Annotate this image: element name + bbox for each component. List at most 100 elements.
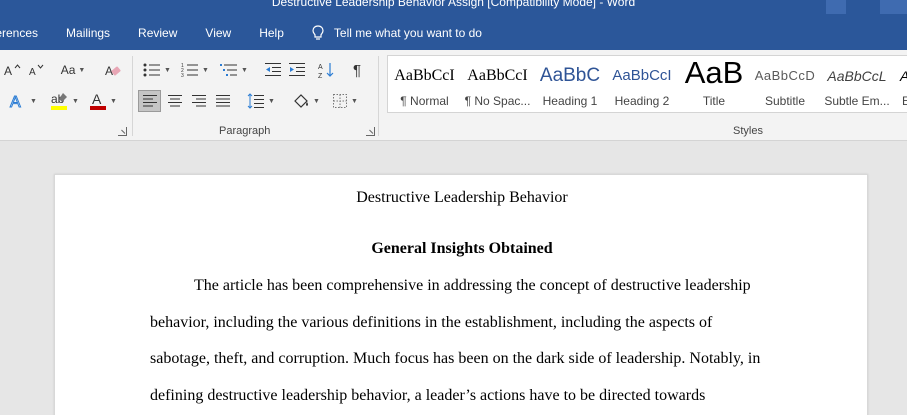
ribbon-display-options-icon[interactable] xyxy=(880,0,907,14)
grow-font-icon: A xyxy=(4,64,21,77)
line-spacing-icon xyxy=(247,93,265,109)
style-preview: A xyxy=(894,64,907,88)
title-bar: Destructive Leadership Behavior Assign [… xyxy=(0,0,907,50)
paragraph-group-label: Paragraph xyxy=(219,125,271,137)
style-name: Subtitle xyxy=(764,94,806,108)
chevron-down-icon: ▼ xyxy=(313,97,320,105)
justify-button[interactable] xyxy=(211,90,234,112)
numbering-icon: 1 2 3 xyxy=(181,63,199,78)
svg-text:A: A xyxy=(29,67,36,77)
shrink-font-button[interactable]: A xyxy=(28,59,46,81)
style-preview: AaBbCcL xyxy=(827,68,887,84)
borders-button[interactable]: ▼ xyxy=(328,90,362,112)
tell-me-box[interactable]: Tell me what you want to do xyxy=(312,25,482,41)
tell-me-label: Tell me what you want to do xyxy=(333,26,482,40)
decrease-indent-button[interactable] xyxy=(262,59,284,81)
style-no-spacing[interactable]: AaBbCcI ¶ No Spac... xyxy=(461,56,534,114)
shading-button[interactable]: ▼ xyxy=(288,90,324,112)
align-right-icon xyxy=(191,95,206,107)
font-color-button[interactable]: A ▼ xyxy=(86,90,120,112)
svg-text:A: A xyxy=(10,94,21,110)
chevron-down-icon: ▼ xyxy=(30,97,37,105)
paragraph-line: sabotage, theft, and corruption. Much fo… xyxy=(150,350,761,367)
change-case-label: Aa xyxy=(60,63,76,77)
text-highlight-button[interactable]: ab ▼ xyxy=(46,90,82,112)
group-separator xyxy=(378,56,379,136)
svg-text:3: 3 xyxy=(181,73,184,78)
align-left-icon xyxy=(142,95,157,107)
paragraph-line: behavior, including the various definiti… xyxy=(150,314,713,331)
tab-help[interactable]: Help xyxy=(259,26,284,40)
ribbon: A A Aa ▼ A A ▼ ab ▼ A ▼ ▼ 1 2 3 ▼ ▼ A Z … xyxy=(0,50,907,141)
multilevel-list-icon xyxy=(220,64,238,76)
tab-references[interactable]: ferences xyxy=(0,26,38,40)
grow-font-button[interactable]: A xyxy=(4,59,22,81)
style-subtitle[interactable]: AaBbCcD Subtitle xyxy=(750,56,820,114)
style-name: Subtle Em... xyxy=(824,94,890,108)
style-heading-2[interactable]: AaBbCcI Heading 2 xyxy=(606,56,678,114)
increase-indent-icon xyxy=(289,63,305,76)
style-preview: AaBbCcD xyxy=(754,68,816,83)
style-subtle-emphasis[interactable]: AaBbCcL Subtle Em... xyxy=(820,56,894,114)
sort-button[interactable]: A Z xyxy=(316,59,338,81)
highlighter-icon: ab xyxy=(51,92,68,110)
tab-review[interactable]: Review xyxy=(138,26,177,40)
style-name: ¶ Normal xyxy=(400,94,449,108)
numbering-button[interactable]: 1 2 3 ▼ xyxy=(178,59,212,81)
align-center-button[interactable] xyxy=(163,90,186,112)
tab-view[interactable]: View xyxy=(205,26,231,40)
increase-indent-button[interactable] xyxy=(286,59,308,81)
account-icon[interactable] xyxy=(826,0,846,14)
styles-gallery: AaBbCcI ¶ Normal AaBbCcI ¶ No Spac... Aa… xyxy=(387,55,907,113)
ribbon-tabs: ferences Mailings Review View Help Tell … xyxy=(0,24,510,42)
paragraph-line: The article has been comprehensive in ad… xyxy=(194,277,751,294)
text-effects-button[interactable]: A ▼ xyxy=(4,90,42,112)
font-dialog-launcher-icon[interactable] xyxy=(118,127,127,136)
document-page[interactable]: Destructive Leadership Behavior General … xyxy=(54,174,868,415)
style-emphasis-partial[interactable]: A E xyxy=(894,56,907,114)
chevron-down-icon: ▼ xyxy=(241,66,248,74)
line-spacing-button[interactable]: ▼ xyxy=(243,90,279,112)
style-preview: AaBbCcI xyxy=(467,67,528,84)
svg-text:Z: Z xyxy=(318,73,323,79)
align-right-button[interactable] xyxy=(187,90,210,112)
document-area: Destructive Leadership Behavior General … xyxy=(0,142,907,415)
svg-text:A: A xyxy=(4,64,12,77)
styles-group-label: Styles xyxy=(733,125,763,137)
sort-icon: A Z xyxy=(318,63,334,79)
paragraph-line: defining destructive leadership behavior… xyxy=(150,387,706,404)
chevron-down-icon: ▼ xyxy=(268,97,275,105)
style-name: ¶ No Spac... xyxy=(464,94,531,108)
font-color-icon: A xyxy=(90,91,107,110)
style-name: Heading 1 xyxy=(542,94,598,108)
multilevel-list-button[interactable]: ▼ xyxy=(216,59,252,81)
style-title[interactable]: AaB Title xyxy=(678,56,750,114)
document-heading: General Insights Obtained xyxy=(371,240,553,257)
style-name: Title xyxy=(702,94,726,108)
pilcrow-icon: ¶ xyxy=(352,61,362,79)
lightbulb-icon xyxy=(312,25,324,40)
style-heading-1[interactable]: AaBbC Heading 1 xyxy=(534,56,606,114)
group-separator xyxy=(132,56,133,136)
style-name: E xyxy=(902,94,907,108)
show-hide-marks-button[interactable]: ¶ xyxy=(346,59,368,81)
svg-text:A: A xyxy=(92,91,102,107)
chevron-down-icon: ▼ xyxy=(110,97,117,105)
tab-mailings[interactable]: Mailings xyxy=(66,26,110,40)
svg-text:A: A xyxy=(318,64,323,71)
justify-icon xyxy=(215,95,230,107)
style-normal[interactable]: AaBbCcI ¶ Normal xyxy=(388,56,461,114)
clear-formatting-button[interactable]: A xyxy=(102,59,124,81)
shrink-font-icon: A xyxy=(29,64,44,77)
bullets-button[interactable]: ▼ xyxy=(140,59,174,81)
style-preview: AaBbC xyxy=(539,65,601,86)
change-case-button[interactable]: Aa ▼ xyxy=(56,59,90,81)
align-left-button[interactable] xyxy=(138,90,161,112)
style-preview: AaBbCcI xyxy=(394,67,455,84)
bullets-icon xyxy=(143,63,161,77)
style-name: Heading 2 xyxy=(614,94,670,108)
paragraph-dialog-launcher-icon[interactable] xyxy=(366,127,375,136)
style-preview: AaB xyxy=(684,56,744,90)
text-effects-icon: A xyxy=(10,94,22,111)
chevron-down-icon: ▼ xyxy=(72,97,79,105)
